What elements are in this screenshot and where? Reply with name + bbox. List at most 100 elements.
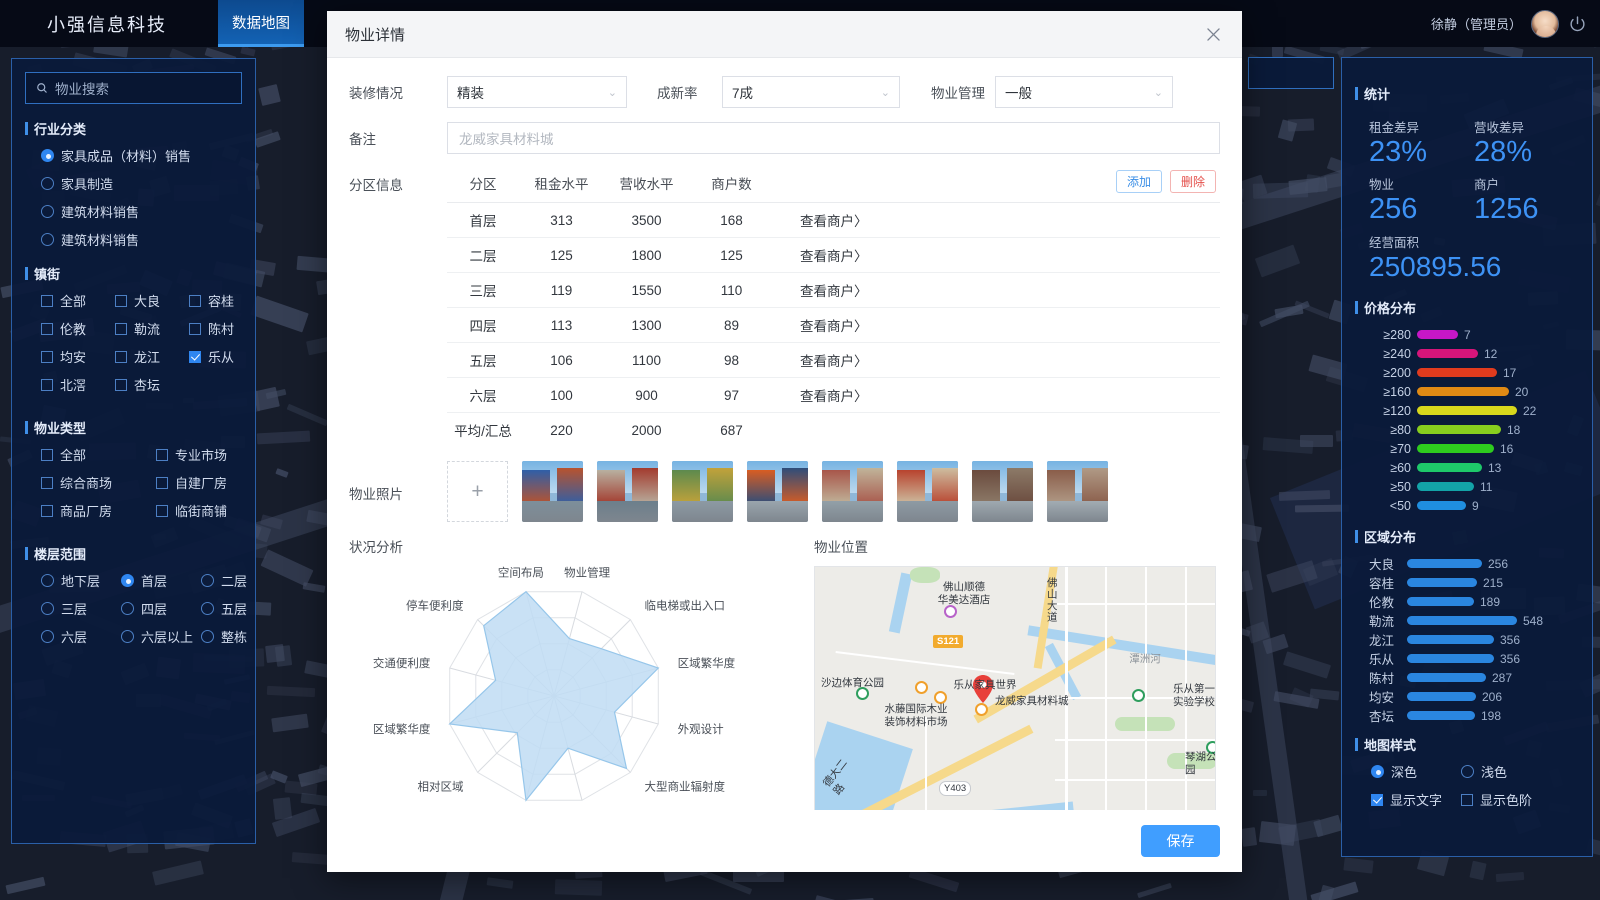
view-merchants-link[interactable]: 查看商户〉 [800,354,868,369]
add-photo-button[interactable]: + [447,461,508,522]
tab-data-map[interactable]: 数据地图 [218,0,304,47]
filter-option-label: 商品厂房 [60,504,113,519]
filter-option-1-4[interactable]: 勒流 [115,319,189,338]
checkbox-icon [156,504,168,517]
property-photo[interactable] [1047,461,1108,522]
property-photo[interactable] [897,461,958,522]
filter-option-1-1[interactable]: 大良 [115,291,189,310]
remark-input[interactable]: 龙威家具材料城 [447,122,1220,154]
radar-axis-label: 区域繁华度 [373,722,431,736]
filter-option-2-1[interactable]: 专业市场 [156,445,271,464]
view-merchants-link[interactable]: 查看商户〉 [800,214,868,229]
zone-cell-wrap: 2000 [604,413,689,448]
property-photo[interactable] [972,461,1033,522]
add-button[interactable]: 添加 [1115,170,1162,193]
photo-building-right [1007,468,1033,505]
view-merchants-link[interactable]: 查看商户〉 [800,319,868,334]
filter-option-label: 四层 [141,602,168,617]
property-photo[interactable] [522,461,583,522]
map-poi-icon[interactable] [944,605,957,618]
checkbox-icon [115,322,127,335]
filter-option-3-1[interactable]: 首层 [121,571,201,590]
filter-option-3-0[interactable]: 地下层 [41,571,121,590]
save-button[interactable]: 保存 [1141,825,1220,857]
region-bar-label: 容桂 [1369,577,1395,592]
zone-cell-wrap[interactable]: 查看商户〉 [774,342,1220,378]
map-poi-icon[interactable] [1132,689,1145,702]
close-icon[interactable] [1202,23,1224,45]
property-photo[interactable] [747,461,808,522]
map-toggle-option-0[interactable]: 显示文字 [1371,790,1461,809]
zone-cell-wrap[interactable]: 查看商户〉 [774,272,1220,308]
avatar[interactable] [1531,9,1559,38]
radar-axis-label: 相对区域 [418,780,464,794]
filter-option-3-6[interactable]: 六层 [41,627,121,646]
filter-option-0-0[interactable]: 家具成品（材料）销售 [41,146,242,165]
delete-button[interactable]: 删除 [1169,170,1216,193]
view-merchants-link[interactable]: 查看商户〉 [800,389,868,404]
filter-option-2-4[interactable]: 商品厂房 [41,501,156,520]
property-photo[interactable] [822,461,883,522]
filter-option-0-3[interactable]: 建筑材料销售 [41,230,242,249]
filter-option-1-0[interactable]: 全部 [41,291,115,310]
map-label: 乐从家具世界 [953,679,1017,691]
filter-options: 地下层 首层 二层 三层 四层 五层 六层 六层以上 整栋 [25,571,247,655]
map-poi-icon[interactable] [975,703,988,716]
zone-cell-wrap[interactable]: 查看商户〉 [774,377,1220,413]
zone-cell: 113 [550,317,573,333]
zone-cell-wrap: 四层 [447,307,519,343]
zone-cell-wrap[interactable]: 查看商户〉 [774,307,1220,343]
filter-option-0-2[interactable]: 建筑材料销售 [41,202,242,221]
radio-icon [201,574,214,587]
zone-cell: 89 [723,317,740,333]
filter-option-1-2[interactable]: 容桂 [189,291,263,310]
view-merchants-link[interactable]: 查看商户〉 [800,249,868,264]
checkbox-icon [41,322,53,335]
view-merchants-link[interactable]: 查看商户〉 [800,284,868,299]
filter-option-3-3[interactable]: 三层 [41,599,121,618]
zone-cell-wrap[interactable]: 查看商户〉 [774,237,1220,273]
filter-option-2-5[interactable]: 临街商铺 [156,501,271,520]
filter-option-2-3[interactable]: 自建厂房 [156,473,271,492]
region-bar-label: 伦教 [1369,596,1395,611]
zone-cell-wrap: 125 [689,237,774,273]
price-bar-label: ≥80 [1390,422,1411,437]
filter-option-3-4[interactable]: 四层 [121,599,201,618]
property-photo[interactable] [597,461,658,522]
filter-option-3-8[interactable]: 整栋 [201,627,281,646]
filter-option-1-6[interactable]: 均安 [41,347,115,366]
filter-option-2-0[interactable]: 全部 [41,445,156,464]
map-toggle-option-1[interactable]: 显示色阶 [1461,790,1551,809]
newness-select[interactable]: 7成 ⌄ [722,76,900,108]
management-select[interactable]: 一般 ⌄ [995,76,1173,108]
filter-option-1-8[interactable]: 乐从 [189,347,263,366]
filter-option-1-3[interactable]: 伦教 [41,319,115,338]
map-label: 琴湖公园 [1185,751,1216,776]
table-row: 二层 125 1800 125 查看商户〉 [447,237,1220,273]
filter-option-3-7[interactable]: 六层以上 [121,627,201,646]
filter-option-3-5[interactable]: 五层 [201,599,281,618]
filter-option-1-10[interactable]: 杏坛 [115,375,189,394]
filter-option-1-7[interactable]: 龙江 [115,347,189,366]
checkbox-icon [189,350,201,363]
stat-value-revenue-diff: 28% [1474,136,1533,168]
filter-option-3-2[interactable]: 二层 [201,571,281,590]
map-poi-icon[interactable] [915,681,928,694]
search-input[interactable]: 物业搜索 [25,72,242,104]
location-map[interactable]: S121 Y403 佛山顺德 华美达酒店 沙边体育公园 水藤国际木业 装饰材料市场 乐从家… [814,566,1216,810]
property-photo[interactable] [672,461,733,522]
power-icon[interactable] [1568,15,1586,33]
map-theme-option-1[interactable]: 浅色 [1461,762,1551,781]
decoration-select[interactable]: 精装 ⌄ [447,76,627,108]
filter-option-1-9[interactable]: 北滘 [41,375,115,394]
background-widget[interactable] [1248,57,1334,89]
map-theme-option-0[interactable]: 深色 [1371,762,1461,781]
filter-option-0-1[interactable]: 家具制造 [41,174,242,193]
price-bar-row: ≥240 12 [1355,344,1579,363]
price-distribution-chart: ≥280 7 ≥240 12 ≥200 17 ≥160 20 ≥120 22 ≥80 18 ≥70 16 ≥… [1355,325,1579,515]
label-management: 物业管理 [931,86,985,101]
filter-option-1-5[interactable]: 陈村 [189,319,263,338]
checkbox-icon [115,350,127,363]
filter-option-2-2[interactable]: 综合商场 [41,473,156,492]
zone-cell-wrap[interactable]: 查看商户〉 [774,202,1220,238]
